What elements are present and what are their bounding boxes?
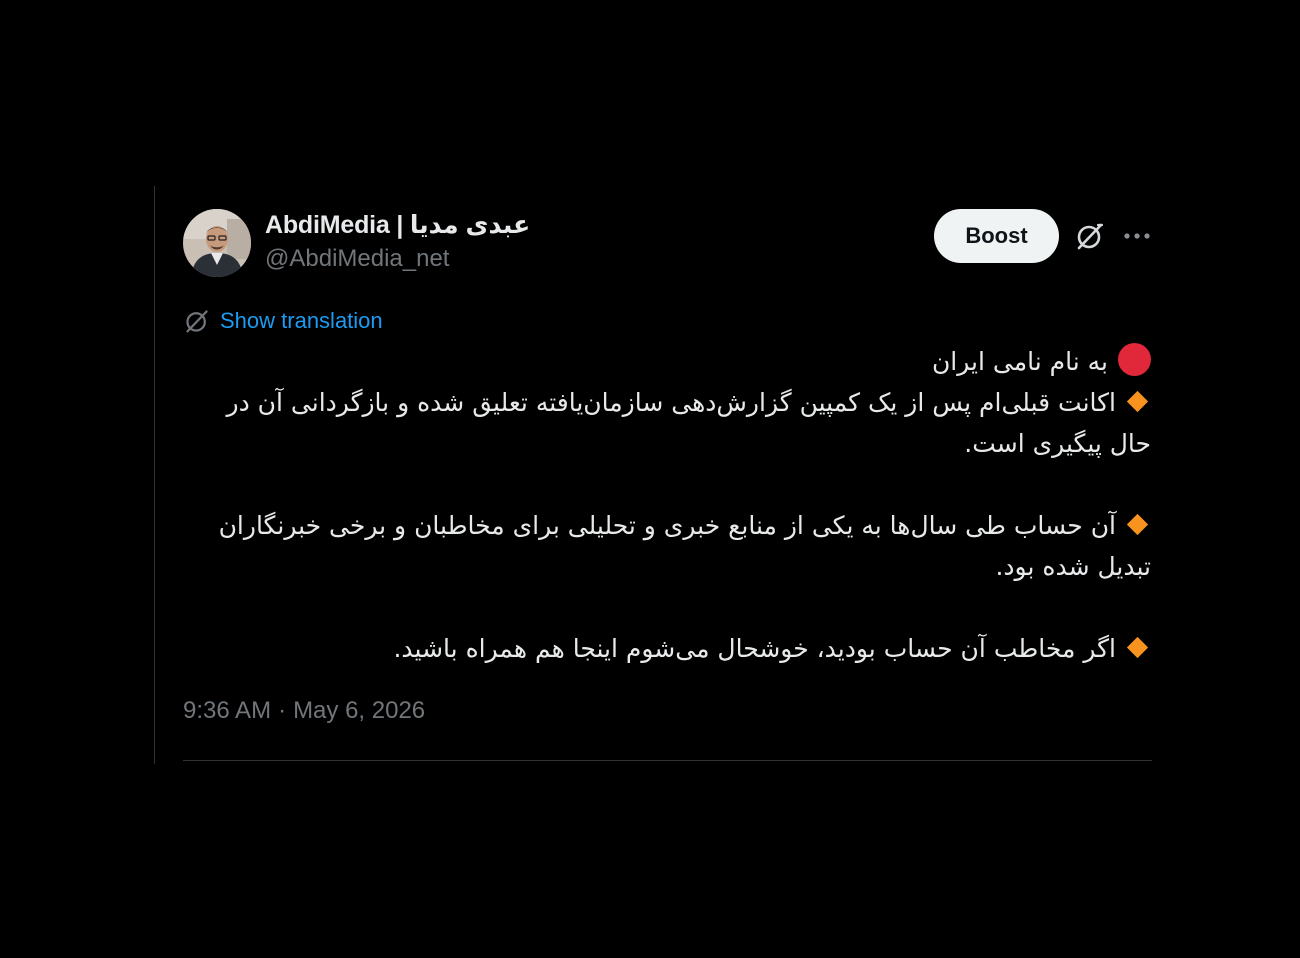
post-time: 9:36 AM bbox=[183, 697, 272, 724]
post-paragraph-3: اگر مخاطب آن حساب بودید، خوشحال می‌شوم ا… bbox=[183, 628, 1151, 669]
orange-diamond-icon bbox=[1126, 390, 1149, 413]
user-handle[interactable]: @AbdiMedia_net bbox=[265, 245, 449, 273]
avatar[interactable] bbox=[183, 209, 251, 277]
post-paragraph-2: آن حساب طی سال‌ها به یکی از منابع خبری و… bbox=[183, 505, 1151, 587]
red-circle-icon bbox=[1118, 343, 1151, 376]
more-icon[interactable] bbox=[1120, 219, 1154, 253]
timestamp-separator: · bbox=[278, 697, 287, 724]
post-timestamp[interactable]: 9:36 AM · May 6, 2026 bbox=[183, 697, 425, 725]
post-body: به نام نامی ایران اکانت قبلی‌ام پس از یک… bbox=[183, 341, 1151, 710]
divider bbox=[183, 760, 1152, 761]
orange-diamond-icon bbox=[1126, 636, 1149, 659]
profile-photo bbox=[183, 209, 251, 277]
boost-button[interactable]: Boost bbox=[934, 209, 1059, 263]
show-translation-link[interactable]: Show translation bbox=[183, 304, 383, 338]
grok-icon[interactable] bbox=[1073, 219, 1107, 253]
orange-diamond-icon bbox=[1126, 513, 1149, 536]
post-card: AbdiMedia | عبدی مدیا @AbdiMedia_net Boo… bbox=[154, 186, 1153, 764]
post-paragraph-3-text: اگر مخاطب آن حساب بودید، خوشحال می‌شوم ا… bbox=[393, 634, 1116, 663]
post-line-1-text: به نام نامی ایران bbox=[931, 347, 1108, 376]
grok-translate-icon bbox=[183, 307, 211, 335]
post-paragraph-1: اکانت قبلی‌ام پس از یک کمپین گزارش‌دهی س… bbox=[183, 382, 1152, 464]
show-translation-label: Show translation bbox=[220, 308, 383, 333]
post-paragraph-2-text: آن حساب طی سال‌ها به یکی از منابع خبری و… bbox=[218, 511, 1151, 581]
display-name[interactable]: AbdiMedia | عبدی مدیا bbox=[265, 210, 530, 240]
post-paragraph-1-text: اکانت قبلی‌ام پس از یک کمپین گزارش‌دهی س… bbox=[226, 388, 1152, 458]
post-line-1: به نام نامی ایران bbox=[183, 341, 1151, 382]
post-date: May 6, 2026 bbox=[293, 697, 426, 724]
